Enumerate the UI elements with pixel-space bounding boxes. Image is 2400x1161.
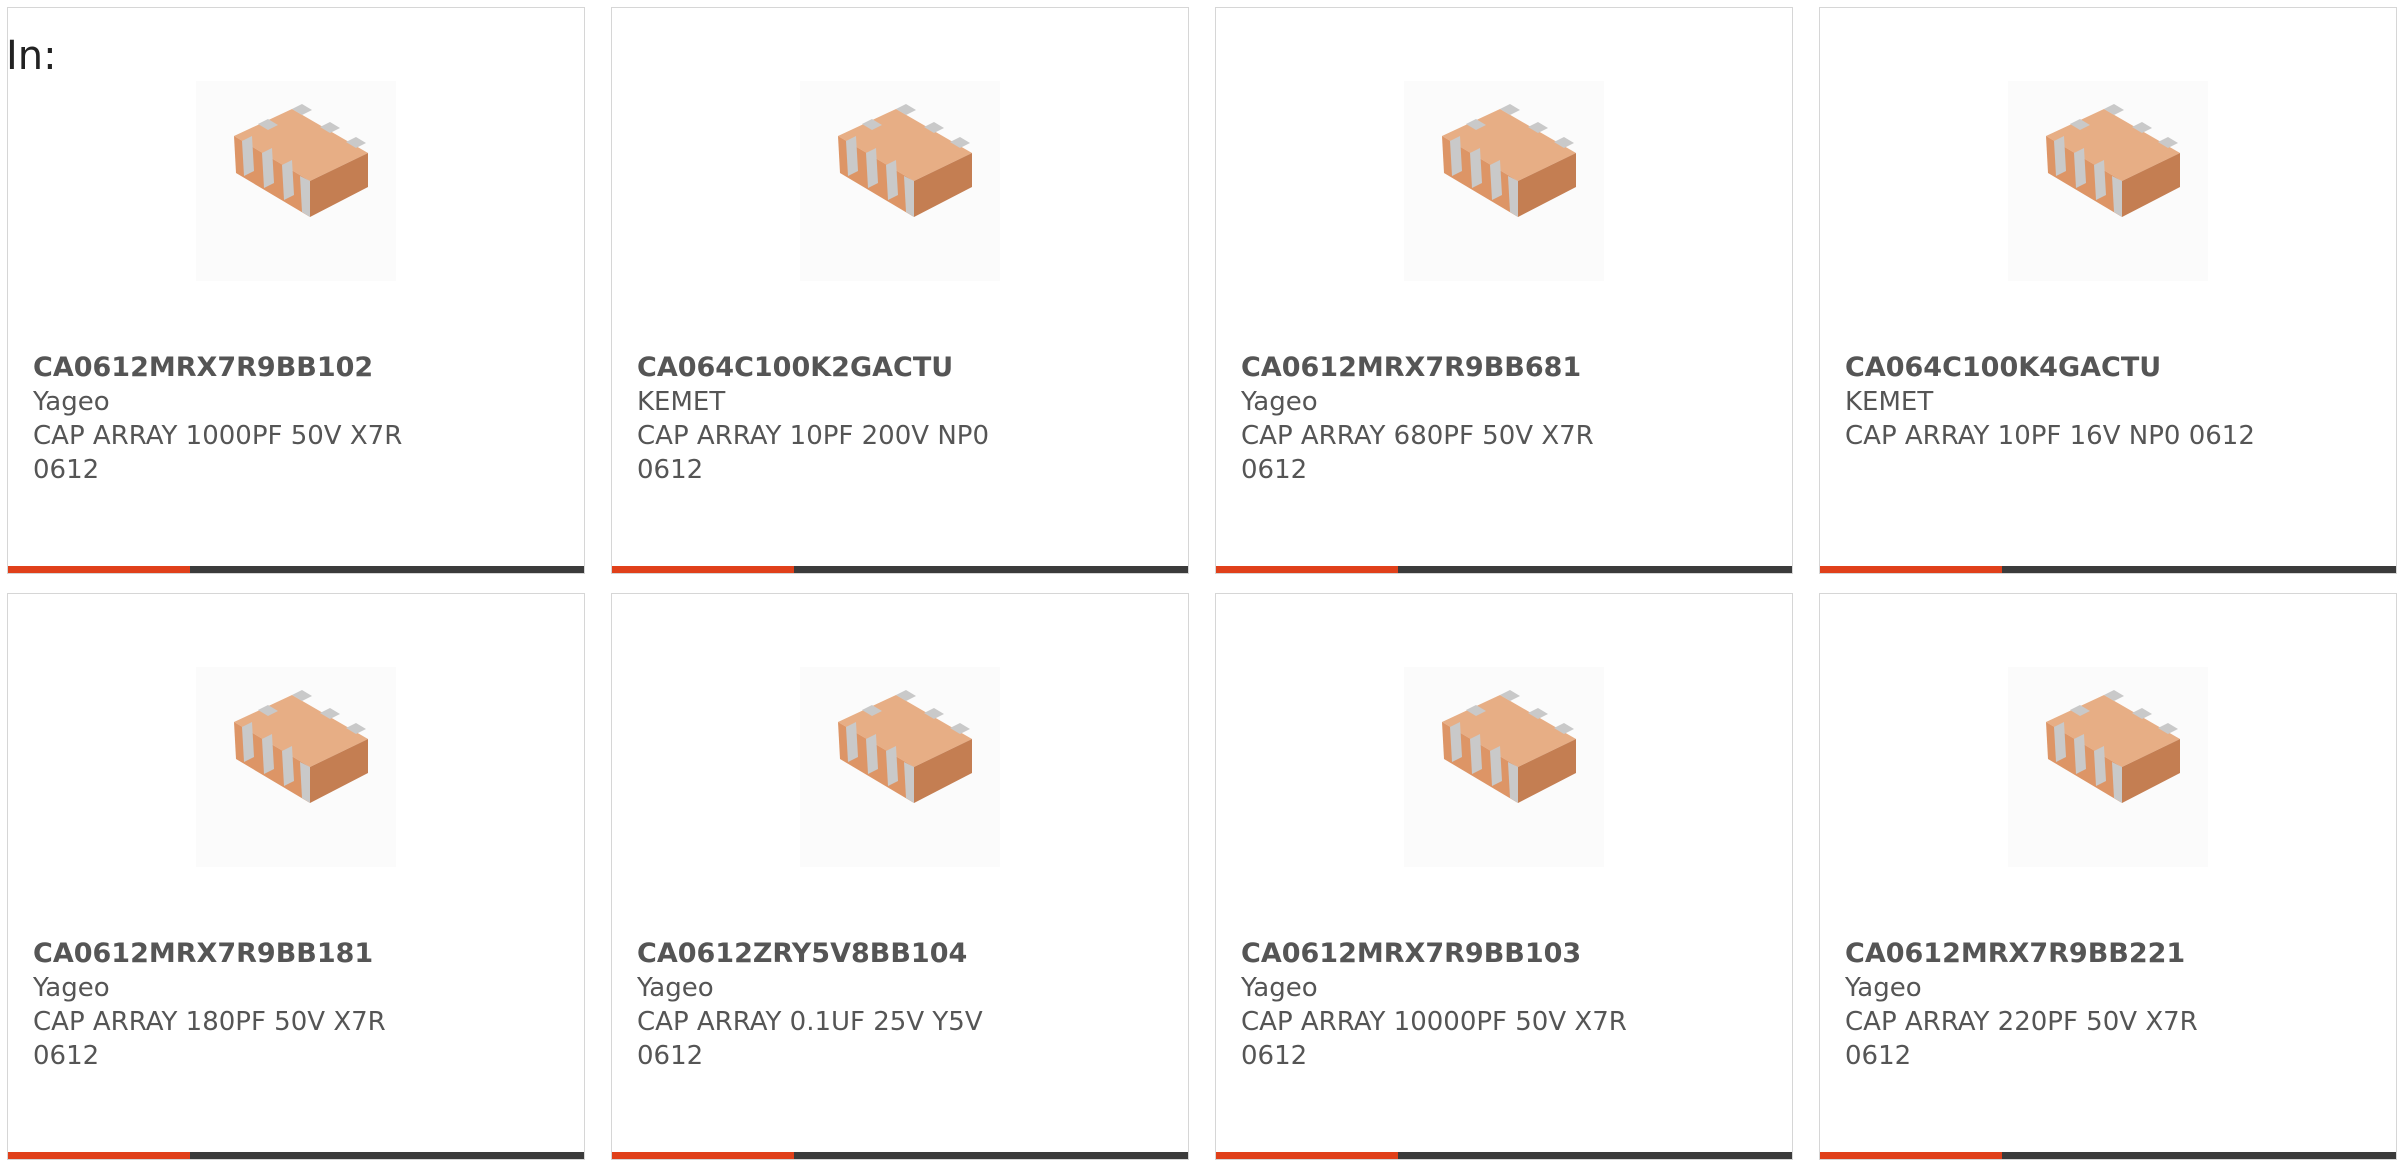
product-manufacturer: Yageo	[1241, 387, 1318, 417]
product-description: CAP ARRAY 180PF 50V X7R 0612	[33, 1007, 386, 1071]
product-info: CA0612MRX7R9BB102 Yageo CAP ARRAY 1000PF…	[33, 351, 453, 487]
product-part-number[interactable]: CA0612MRX7R9BB103	[1241, 937, 1661, 971]
card-footer-accent	[612, 566, 794, 573]
product-info: CA0612MRX7R9BB221 Yageo CAP ARRAY 220PF …	[1845, 937, 2265, 1073]
card-footer-bar	[1216, 1152, 1792, 1159]
capacitor-array-chip-icon[interactable]	[2008, 667, 2208, 867]
product-description: CAP ARRAY 220PF 50V X7R 0612	[1845, 1007, 2198, 1071]
product-manufacturer: Yageo	[637, 973, 714, 1003]
product-card[interactable]: CA0612MRX7R9BB102 Yageo CAP ARRAY 1000PF…	[7, 7, 585, 574]
product-manufacturer: KEMET	[1845, 387, 1934, 417]
card-footer-bar	[612, 1152, 1188, 1159]
product-info: CA0612MRX7R9BB181 Yageo CAP ARRAY 180PF …	[33, 937, 453, 1073]
product-card[interactable]: CA0612MRX7R9BB103 Yageo CAP ARRAY 10000P…	[1215, 593, 1793, 1160]
page: In: CA0612MRX7R9BB102 Yageo CAP ARRAY 10…	[0, 0, 2400, 1161]
capacitor-array-chip-icon[interactable]	[800, 81, 1000, 281]
product-part-number[interactable]: CA064C100K4GACTU	[1845, 351, 2265, 385]
card-footer-bar	[1820, 1152, 2396, 1159]
card-footer-accent	[8, 1152, 190, 1159]
product-description: CAP ARRAY 10PF 16V NP0 0612	[1845, 421, 2255, 451]
capacitor-array-chip-icon[interactable]	[1404, 81, 1604, 281]
product-card[interactable]: CA064C100K2GACTU KEMET CAP ARRAY 10PF 20…	[611, 7, 1189, 574]
product-part-number[interactable]: CA0612MRX7R9BB102	[33, 351, 453, 385]
product-part-number[interactable]: CA064C100K2GACTU	[637, 351, 1057, 385]
product-grid: CA0612MRX7R9BB102 Yageo CAP ARRAY 1000PF…	[7, 7, 2397, 1160]
capacitor-array-chip-icon[interactable]	[1404, 667, 1604, 867]
card-footer-accent	[1820, 566, 2002, 573]
product-info: CA0612MRX7R9BB103 Yageo CAP ARRAY 10000P…	[1241, 937, 1661, 1073]
product-description: CAP ARRAY 680PF 50V X7R 0612	[1241, 421, 1594, 485]
product-card[interactable]: CA0612MRX7R9BB681 Yageo CAP ARRAY 680PF …	[1215, 7, 1793, 574]
product-manufacturer: KEMET	[637, 387, 726, 417]
product-info: CA064C100K2GACTU KEMET CAP ARRAY 10PF 20…	[637, 351, 1057, 487]
product-card[interactable]: CA0612ZRY5V8BB104 Yageo CAP ARRAY 0.1UF …	[611, 593, 1189, 1160]
product-part-number[interactable]: CA0612MRX7R9BB221	[1845, 937, 2265, 971]
product-info: CA0612ZRY5V8BB104 Yageo CAP ARRAY 0.1UF …	[637, 937, 1057, 1073]
product-part-number[interactable]: CA0612MRX7R9BB681	[1241, 351, 1661, 385]
product-manufacturer: Yageo	[1241, 973, 1318, 1003]
product-description: CAP ARRAY 10000PF 50V X7R	[1241, 1007, 1627, 1037]
card-footer-accent	[1820, 1152, 2002, 1159]
product-card[interactable]: CA064C100K4GACTU KEMET CAP ARRAY 10PF 16…	[1819, 7, 2397, 574]
product-manufacturer: Yageo	[33, 973, 110, 1003]
card-footer-accent	[8, 566, 190, 573]
capacitor-array-chip-icon[interactable]	[2008, 81, 2208, 281]
product-manufacturer: Yageo	[1845, 973, 1922, 1003]
product-description: CAP ARRAY 1000PF 50V X7R	[33, 421, 403, 451]
card-footer-accent	[1216, 566, 1398, 573]
capacitor-array-chip-icon[interactable]	[196, 667, 396, 867]
page-heading: In:	[6, 33, 57, 79]
product-description: CAP ARRAY 0.1UF 25V Y5V 0612	[637, 1007, 983, 1071]
card-footer-accent	[1216, 1152, 1398, 1159]
capacitor-array-chip-icon[interactable]	[196, 81, 396, 281]
card-footer-bar	[8, 566, 584, 573]
card-footer-accent	[612, 1152, 794, 1159]
product-description-continued: 0612	[33, 455, 100, 485]
product-manufacturer: Yageo	[33, 387, 110, 417]
card-footer-bar	[1820, 566, 2396, 573]
product-description: CAP ARRAY 10PF 200V NP0 0612	[637, 421, 989, 485]
product-info: CA064C100K4GACTU KEMET CAP ARRAY 10PF 16…	[1845, 351, 2265, 453]
capacitor-array-chip-icon[interactable]	[800, 667, 1000, 867]
card-footer-bar	[1216, 566, 1792, 573]
card-footer-bar	[8, 1152, 584, 1159]
card-footer-bar	[612, 566, 1188, 573]
product-description-continued: 0612	[1241, 1041, 1308, 1071]
product-info: CA0612MRX7R9BB681 Yageo CAP ARRAY 680PF …	[1241, 351, 1661, 487]
product-part-number[interactable]: CA0612ZRY5V8BB104	[637, 937, 1057, 971]
product-card[interactable]: CA0612MRX7R9BB181 Yageo CAP ARRAY 180PF …	[7, 593, 585, 1160]
product-card[interactable]: CA0612MRX7R9BB221 Yageo CAP ARRAY 220PF …	[1819, 593, 2397, 1160]
product-part-number[interactable]: CA0612MRX7R9BB181	[33, 937, 453, 971]
